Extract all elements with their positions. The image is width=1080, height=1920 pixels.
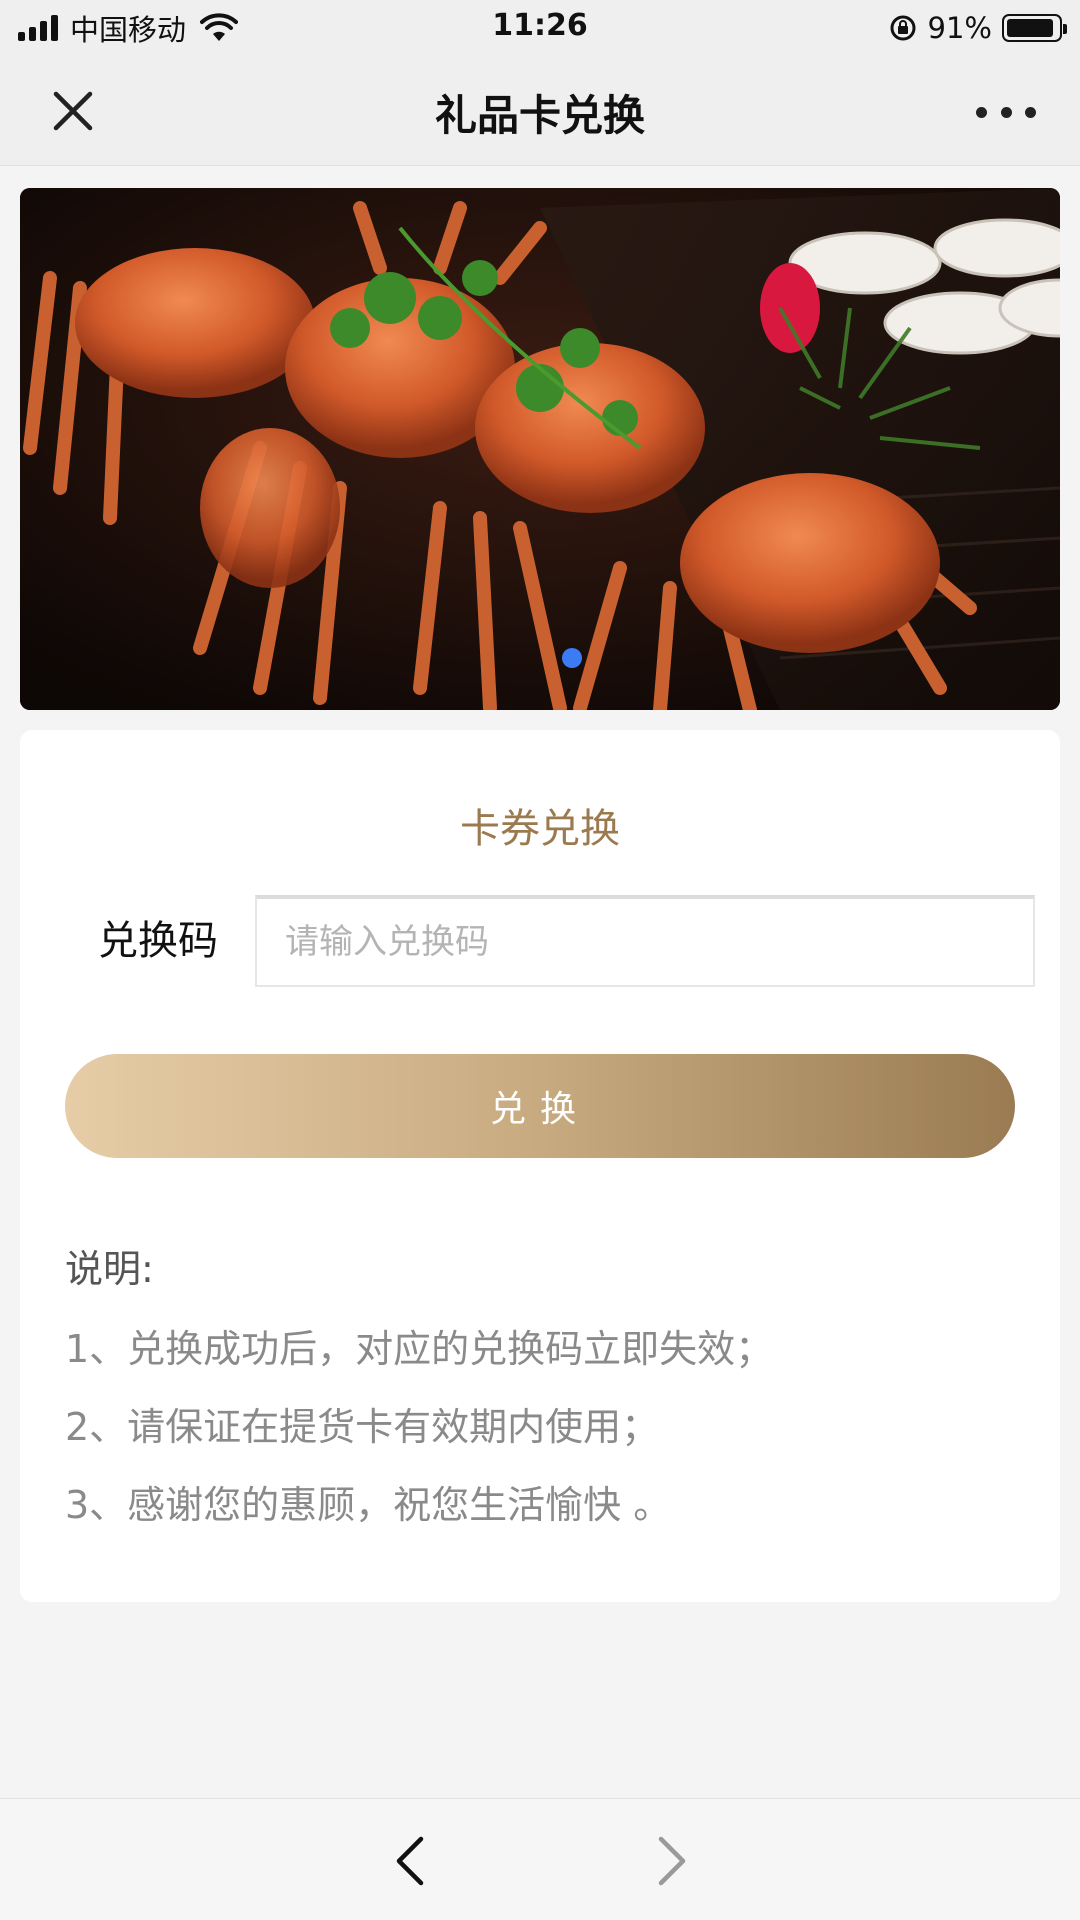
chevron-left-icon[interactable]	[385, 1835, 435, 1887]
status-bar: 中国移动 11:26 91%	[0, 0, 1080, 54]
nav-bar: 礼品卡兑换	[0, 54, 1080, 166]
bottom-nav-bar	[0, 1798, 1080, 1920]
battery-percent: 91%	[927, 11, 992, 45]
notes-heading: 说明:	[65, 1247, 154, 1291]
status-right: 91%	[888, 8, 1067, 48]
battery-fill	[1007, 19, 1053, 37]
crab-photo	[20, 188, 1060, 710]
chevron-right-icon[interactable]	[647, 1835, 697, 1887]
redeem-title: 卡券兑换	[460, 806, 620, 852]
banner-carousel[interactable]	[20, 188, 1060, 710]
redeem-card: 卡券兑换 兑换码 兑换 说明: 1、兑换成功后，对应的兑换码立即失效； 2、请保…	[20, 730, 1060, 1602]
note-item: 1、兑换成功后，对应的兑换码立即失效；	[65, 1327, 774, 1371]
note-item: 3、感谢您的惠顾，祝您生活愉快 。	[65, 1483, 672, 1527]
battery-icon	[1002, 14, 1067, 42]
page-title: 礼品卡兑换	[434, 91, 645, 140]
rotation-lock-icon	[890, 15, 916, 41]
more-icon[interactable]	[976, 92, 1036, 132]
note-item: 2、请保证在提货卡有效期内使用；	[65, 1405, 660, 1449]
carousel-indicator-dot[interactable]	[562, 648, 582, 668]
code-label: 兑换码	[98, 918, 218, 964]
code-input[interactable]	[255, 895, 1035, 987]
redeem-button[interactable]: 兑换	[65, 1054, 1015, 1158]
